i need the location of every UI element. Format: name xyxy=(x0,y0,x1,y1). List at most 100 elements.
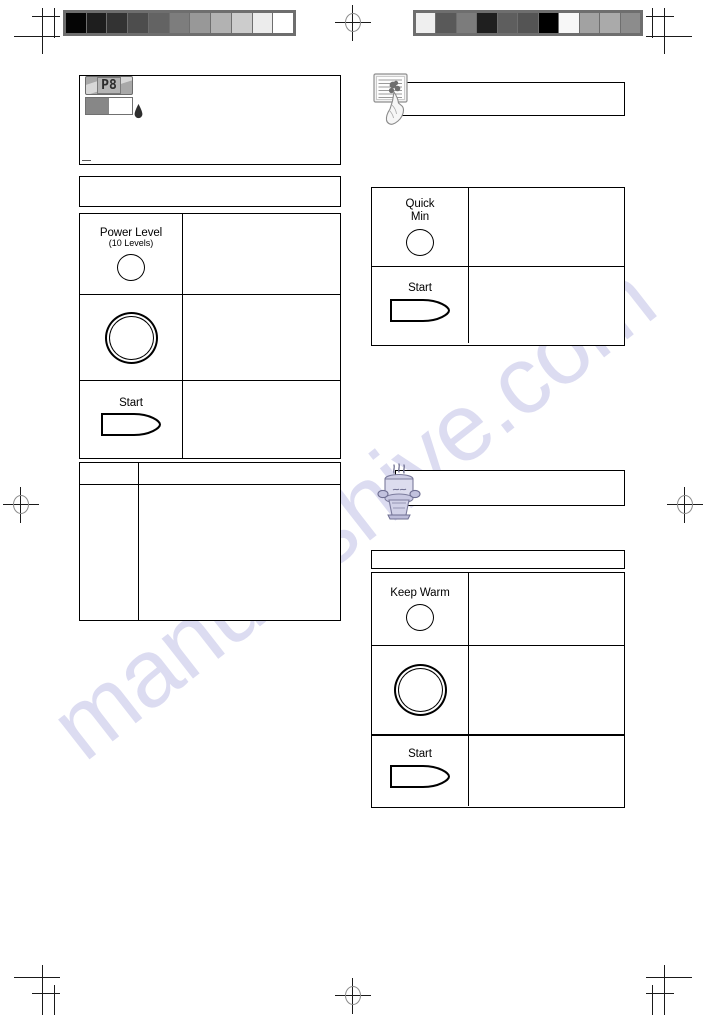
notes-header-right-text xyxy=(139,463,340,471)
panel-tick-mark xyxy=(82,159,91,161)
keep-warm-steps-table: Keep Warm Start xyxy=(371,572,625,808)
crop-mark-bottom-right xyxy=(646,965,692,1015)
instruction-text xyxy=(183,214,340,230)
instruction-cell xyxy=(469,646,624,734)
gray-swatch xyxy=(211,13,231,33)
instruction-cell xyxy=(183,214,340,294)
gray-swatch xyxy=(456,13,477,33)
registration-target-top xyxy=(335,5,371,41)
table-row xyxy=(80,295,340,381)
control-cell-start: Start xyxy=(372,267,469,343)
time-dial[interactable] xyxy=(104,311,158,364)
left-caption-bar xyxy=(79,176,341,207)
hand-pressing-control-panel-icon xyxy=(371,72,417,133)
gray-swatch xyxy=(107,13,128,33)
table-row: Keep Warm xyxy=(372,573,624,646)
instruction-cell xyxy=(469,188,624,266)
table-row: Quick Min xyxy=(372,188,624,267)
gray-swatch xyxy=(579,13,600,33)
notes-table xyxy=(79,462,341,621)
gray-swatch xyxy=(538,13,559,33)
registration-target-left xyxy=(3,487,39,523)
gray-swatch xyxy=(620,13,640,33)
keep-warm-caption-bar xyxy=(371,550,625,569)
table-row: Power Level (10 Levels) xyxy=(80,214,340,295)
instruction-cell xyxy=(469,573,624,645)
gray-swatch xyxy=(436,13,456,33)
start-label: Start xyxy=(119,396,143,409)
control-cell-start: Start xyxy=(372,736,469,806)
lcd-display-panel: P8 xyxy=(85,76,133,115)
instruction-text xyxy=(469,573,624,589)
lcd-progress-bar xyxy=(85,97,133,115)
control-cell-keep-warm: Keep Warm xyxy=(372,573,469,645)
instruction-text xyxy=(183,295,340,311)
notes-header-right-cell xyxy=(139,463,340,484)
instruction-text xyxy=(469,736,624,752)
notes-header-left-cell xyxy=(80,463,139,484)
lcd-progress-fill xyxy=(86,98,109,114)
lcd-readout: P8 xyxy=(85,76,133,95)
power-level-sublabel: (10 Levels) xyxy=(108,238,154,249)
table-header-row xyxy=(80,463,340,485)
instruction-cell xyxy=(469,267,624,343)
start-key-shape[interactable] xyxy=(389,298,451,328)
keep-warm-button[interactable] xyxy=(406,604,434,632)
steaming-pot-icon xyxy=(376,462,424,527)
gray-swatch xyxy=(148,13,169,33)
control-cell-power-level: Power Level (10 Levels) xyxy=(80,214,183,294)
pot-illustration-caption-box xyxy=(395,470,625,506)
grayscale-patch-strip xyxy=(413,10,643,36)
gray-swatch xyxy=(86,13,107,33)
start-label: Start xyxy=(408,748,432,761)
gray-swatch xyxy=(416,13,436,33)
control-cell-dial xyxy=(372,646,469,734)
table-row xyxy=(372,646,624,736)
panel-illustration-caption-text xyxy=(396,83,624,99)
notes-body-cell xyxy=(139,485,340,620)
gray-swatch xyxy=(252,13,273,33)
grayscale-ramp-strip xyxy=(63,10,296,36)
crop-mark-bottom-left xyxy=(14,965,60,1015)
quick-min-steps-table: Quick Min Start xyxy=(371,187,625,346)
gray-swatch xyxy=(477,13,497,33)
manual-page: manualshive.com P8 Power Level (10 Level… xyxy=(0,0,706,1025)
gray-swatch xyxy=(190,13,211,33)
control-cell-dial xyxy=(80,295,183,380)
instruction-text xyxy=(469,646,624,662)
registration-target-right xyxy=(667,487,703,523)
crop-mark-top-left xyxy=(14,8,60,54)
gray-swatch xyxy=(518,13,538,33)
gray-swatch xyxy=(66,13,86,33)
table-row: Start xyxy=(80,381,340,458)
notes-body-text xyxy=(139,485,340,497)
keep-warm-caption-text xyxy=(372,551,624,557)
table-row: Start xyxy=(372,736,624,806)
instruction-cell xyxy=(469,736,624,806)
left-caption-text xyxy=(80,177,340,189)
water-drop-icon xyxy=(134,104,143,124)
keep-warm-label: Keep Warm xyxy=(390,586,450,599)
instruction-text xyxy=(183,381,340,397)
power-level-button[interactable] xyxy=(117,254,145,282)
quick-min-button[interactable] xyxy=(406,228,434,256)
start-label: Start xyxy=(408,282,432,295)
panel-illustration-caption-box xyxy=(395,82,625,116)
instruction-text xyxy=(469,188,624,204)
power-level-steps-table: Power Level (10 Levels) Start xyxy=(79,213,341,459)
gray-swatch xyxy=(273,13,294,33)
gray-swatch xyxy=(559,13,579,33)
gray-swatch xyxy=(600,13,620,33)
time-dial[interactable] xyxy=(393,664,447,716)
quick-min-label-line1: Quick xyxy=(405,198,435,211)
registration-target-bottom xyxy=(335,978,371,1014)
table-row xyxy=(80,485,340,620)
gray-swatch xyxy=(169,13,190,33)
start-key-shape[interactable] xyxy=(100,412,162,442)
instruction-cell xyxy=(183,295,340,380)
quick-min-label-line2: Min xyxy=(410,211,430,223)
gray-swatch xyxy=(128,13,148,33)
control-cell-quick-min: Quick Min xyxy=(372,188,469,266)
start-key-shape[interactable] xyxy=(389,764,451,794)
pot-illustration-caption-text xyxy=(396,471,624,489)
